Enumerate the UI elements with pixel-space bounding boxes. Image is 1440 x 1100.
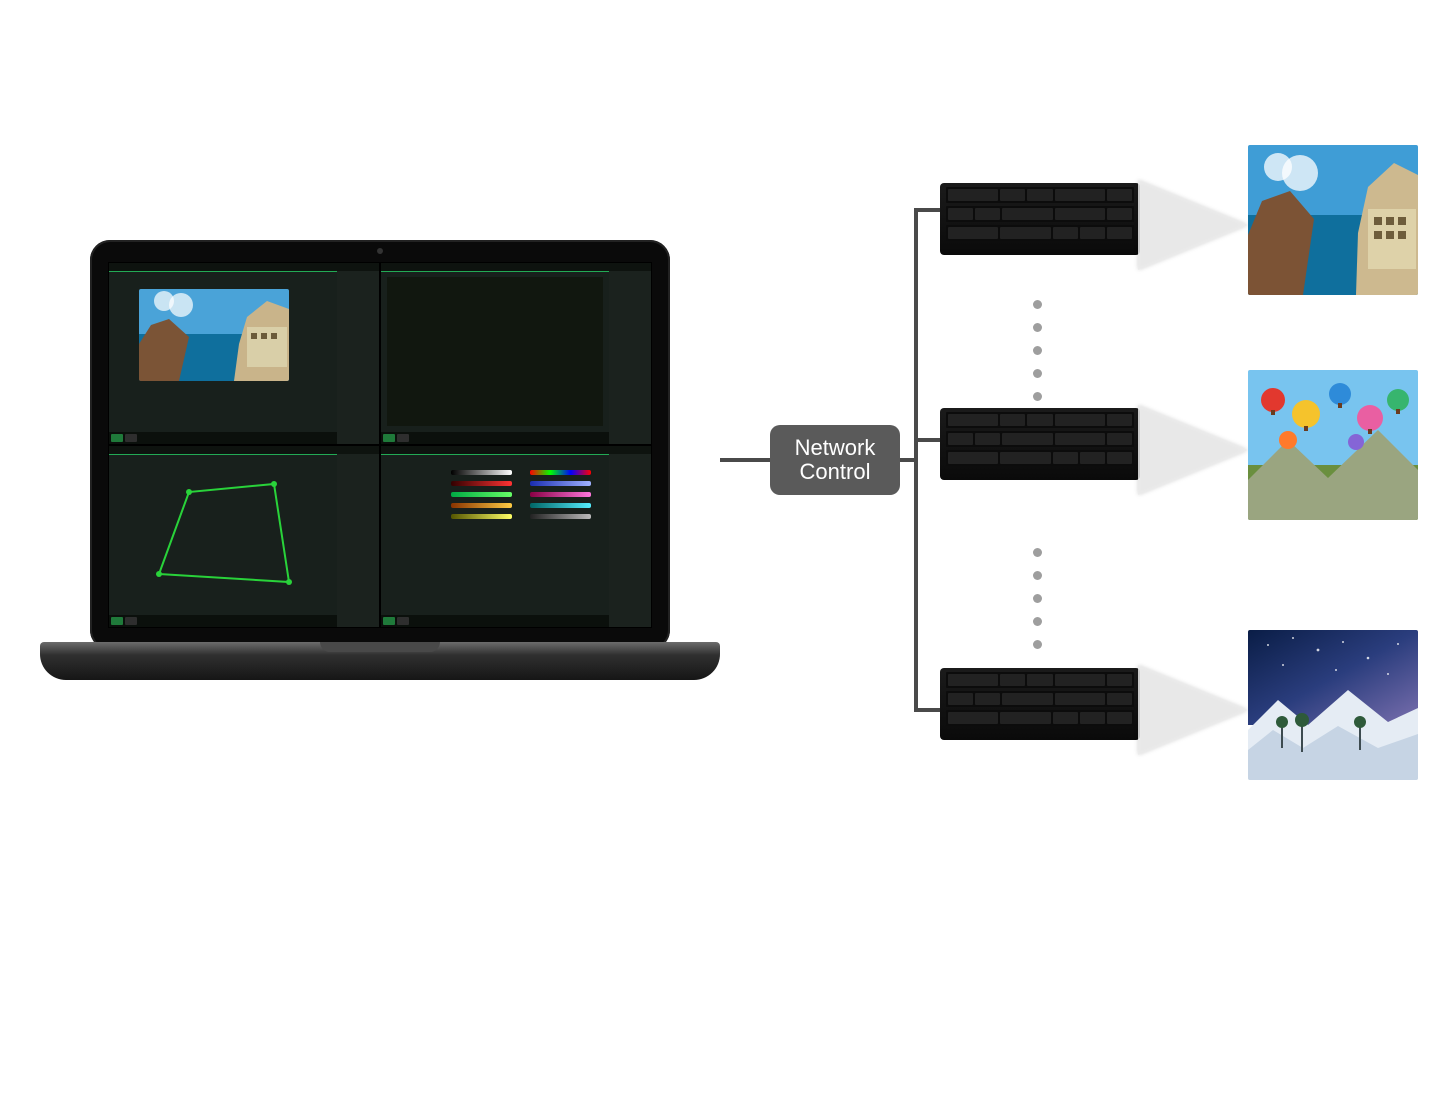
status-pip-icon	[111, 434, 123, 442]
panel-settings	[380, 262, 652, 445]
panel-side-dock	[609, 271, 651, 444]
projector-device	[940, 408, 1140, 480]
panel-canvas	[387, 277, 603, 426]
projected-screen	[1248, 145, 1418, 295]
projected-screen	[1248, 630, 1418, 780]
laptop-hinge-notch	[320, 642, 440, 652]
status-pip-icon	[383, 617, 395, 625]
laptop-screen	[108, 262, 652, 628]
milky-way-scene-icon	[1248, 630, 1418, 780]
software-panels	[108, 262, 652, 628]
hub-label-line1: Network	[795, 436, 876, 460]
projection-beam-icon	[1138, 665, 1248, 755]
panel-color	[380, 445, 652, 628]
projector-row	[940, 370, 1440, 540]
coastal-scene-icon	[1248, 145, 1418, 295]
panel-bottom-bar	[109, 432, 337, 444]
panel-side-dock	[609, 454, 651, 627]
panel-preview	[108, 262, 380, 445]
panel-bottom-bar	[381, 432, 609, 444]
slider-yellow-icon	[451, 514, 512, 519]
wire-segment	[720, 458, 770, 462]
laptop	[40, 240, 720, 740]
slider-orange-icon	[451, 503, 512, 508]
preview-thumbnail	[139, 289, 289, 381]
status-pip-icon	[397, 617, 409, 625]
projection-beam-icon	[1138, 180, 1248, 270]
diagram-stage: Network Control	[0, 0, 1440, 1100]
slider-cyan-icon	[530, 503, 591, 508]
status-pip-icon	[125, 617, 137, 625]
projector-row	[940, 145, 1440, 315]
slider-hue-icon	[530, 470, 591, 475]
status-pip-icon	[111, 617, 123, 625]
panel-bottom-bar	[381, 615, 609, 627]
panel-side-dock	[337, 271, 379, 444]
slider-magenta-icon	[530, 492, 591, 497]
slider-blue-icon	[530, 481, 591, 486]
projector-device	[940, 668, 1140, 740]
projector-row	[940, 630, 1440, 800]
slider-red-icon	[451, 481, 512, 486]
network-control-hub: Network Control	[770, 425, 900, 495]
geometry-shape-icon	[119, 464, 319, 614]
panel-side-dock	[337, 454, 379, 627]
slider-green-icon	[451, 492, 512, 497]
laptop-bezel	[90, 240, 670, 650]
status-pip-icon	[397, 434, 409, 442]
projected-screen	[1248, 370, 1418, 520]
hub-label-line2: Control	[800, 460, 871, 484]
coastal-scene-icon	[139, 289, 289, 381]
webcam-dot-icon	[377, 248, 383, 254]
status-pip-icon	[125, 434, 137, 442]
balloons-scene-icon	[1248, 370, 1418, 520]
wire-segment	[914, 208, 918, 712]
panel-geometry	[108, 445, 380, 628]
panel-bottom-bar	[109, 615, 337, 627]
color-sliders	[451, 470, 591, 599]
status-pip-icon	[383, 434, 395, 442]
projector-device	[940, 183, 1140, 255]
slider-white-icon	[451, 470, 512, 475]
slider-gray-icon	[530, 514, 591, 519]
projection-beam-icon	[1138, 405, 1248, 495]
